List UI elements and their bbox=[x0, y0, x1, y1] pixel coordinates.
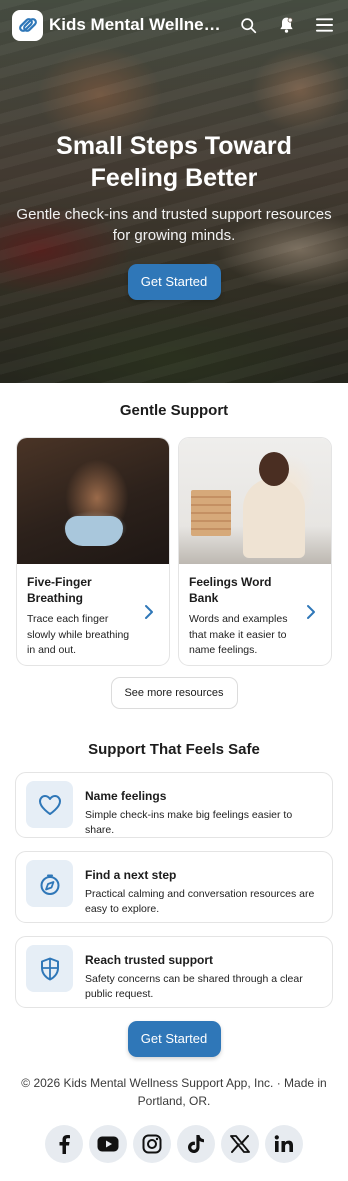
feature-description: Practical calming and conversation resou… bbox=[85, 888, 315, 915]
get-started-button[interactable]: Get Started bbox=[127, 1021, 221, 1057]
hero-subtitle: Gentle check-ins and trusted support res… bbox=[16, 206, 332, 244]
compass-icon bbox=[26, 860, 73, 907]
heart-icon bbox=[26, 781, 73, 828]
footer: © 2026 Kids Mental Wellness Support App,… bbox=[0, 1074, 348, 1163]
feature-title: Find a next step bbox=[85, 868, 177, 882]
card-title: Feelings Word Bank bbox=[189, 575, 272, 605]
card-description: Words and examples that make it easier t… bbox=[189, 613, 288, 656]
hero-get-started-button[interactable]: Get Started bbox=[127, 264, 221, 300]
feature-item-name-feelings: Name feelings Simple check-ins make big … bbox=[15, 772, 333, 838]
feature-description: Simple check-ins make big feelings easie… bbox=[85, 809, 293, 836]
gentle-support-section: Gentle Support Five-Finger Breathing Tra… bbox=[0, 383, 348, 709]
section-title-safe-support: Support That Feels Safe bbox=[88, 741, 260, 758]
bell-icon[interactable] bbox=[274, 13, 298, 37]
girl-with-blocks-image bbox=[179, 438, 331, 564]
menu-icon[interactable] bbox=[312, 13, 336, 37]
hero-content: Small Steps Toward Feeling Better Gentle… bbox=[0, 130, 348, 300]
app-title: Kids Mental Wellness S... bbox=[49, 15, 224, 34]
resource-card-breathing[interactable]: Five-Finger Breathing Trace each finger … bbox=[16, 437, 170, 666]
card-description: Trace each finger slowly while breathing… bbox=[27, 613, 130, 656]
chevron-right-icon[interactable] bbox=[143, 604, 155, 620]
x-icon[interactable] bbox=[221, 1125, 259, 1163]
hero-title: Small Steps Toward Feeling Better bbox=[56, 132, 292, 192]
card-title: Five-Finger Breathing bbox=[27, 575, 92, 605]
tiktok-icon[interactable] bbox=[177, 1125, 215, 1163]
feature-description: Safety concerns can be shared through a … bbox=[85, 973, 303, 1000]
search-icon[interactable] bbox=[236, 13, 260, 37]
social-links bbox=[0, 1125, 348, 1163]
feature-item-trusted-support: Reach trusted support Safety concerns ca… bbox=[15, 936, 333, 1008]
see-more-resources-button[interactable]: See more resources bbox=[110, 677, 238, 709]
top-navigation-bar: Kids Mental Wellness S... bbox=[0, 0, 348, 50]
feature-item-next-step: Find a next step Practical calming and c… bbox=[15, 851, 333, 923]
feature-title: Reach trusted support bbox=[85, 953, 214, 967]
youtube-icon[interactable] bbox=[89, 1125, 127, 1163]
resource-card-word-bank[interactable]: Feelings Word Bank Words and examples th… bbox=[178, 437, 332, 666]
safe-support-section: Support That Feels Safe Name feelings Si… bbox=[0, 741, 348, 1057]
section-title-gentle-support: Gentle Support bbox=[119, 402, 229, 419]
feature-title: Name feelings bbox=[85, 789, 167, 803]
linkedin-icon[interactable] bbox=[265, 1125, 303, 1163]
shield-icon bbox=[26, 945, 73, 992]
hero-section: Kids Mental Wellness S... Small Steps To… bbox=[0, 0, 348, 383]
chevron-right-icon[interactable] bbox=[305, 604, 317, 620]
boy-with-mask-image bbox=[17, 438, 169, 564]
footer-copyright: © 2026 Kids Mental Wellness Support App,… bbox=[21, 1076, 327, 1108]
facebook-icon[interactable] bbox=[45, 1125, 83, 1163]
instagram-icon[interactable] bbox=[133, 1125, 171, 1163]
app-logo-icon[interactable] bbox=[12, 9, 43, 41]
